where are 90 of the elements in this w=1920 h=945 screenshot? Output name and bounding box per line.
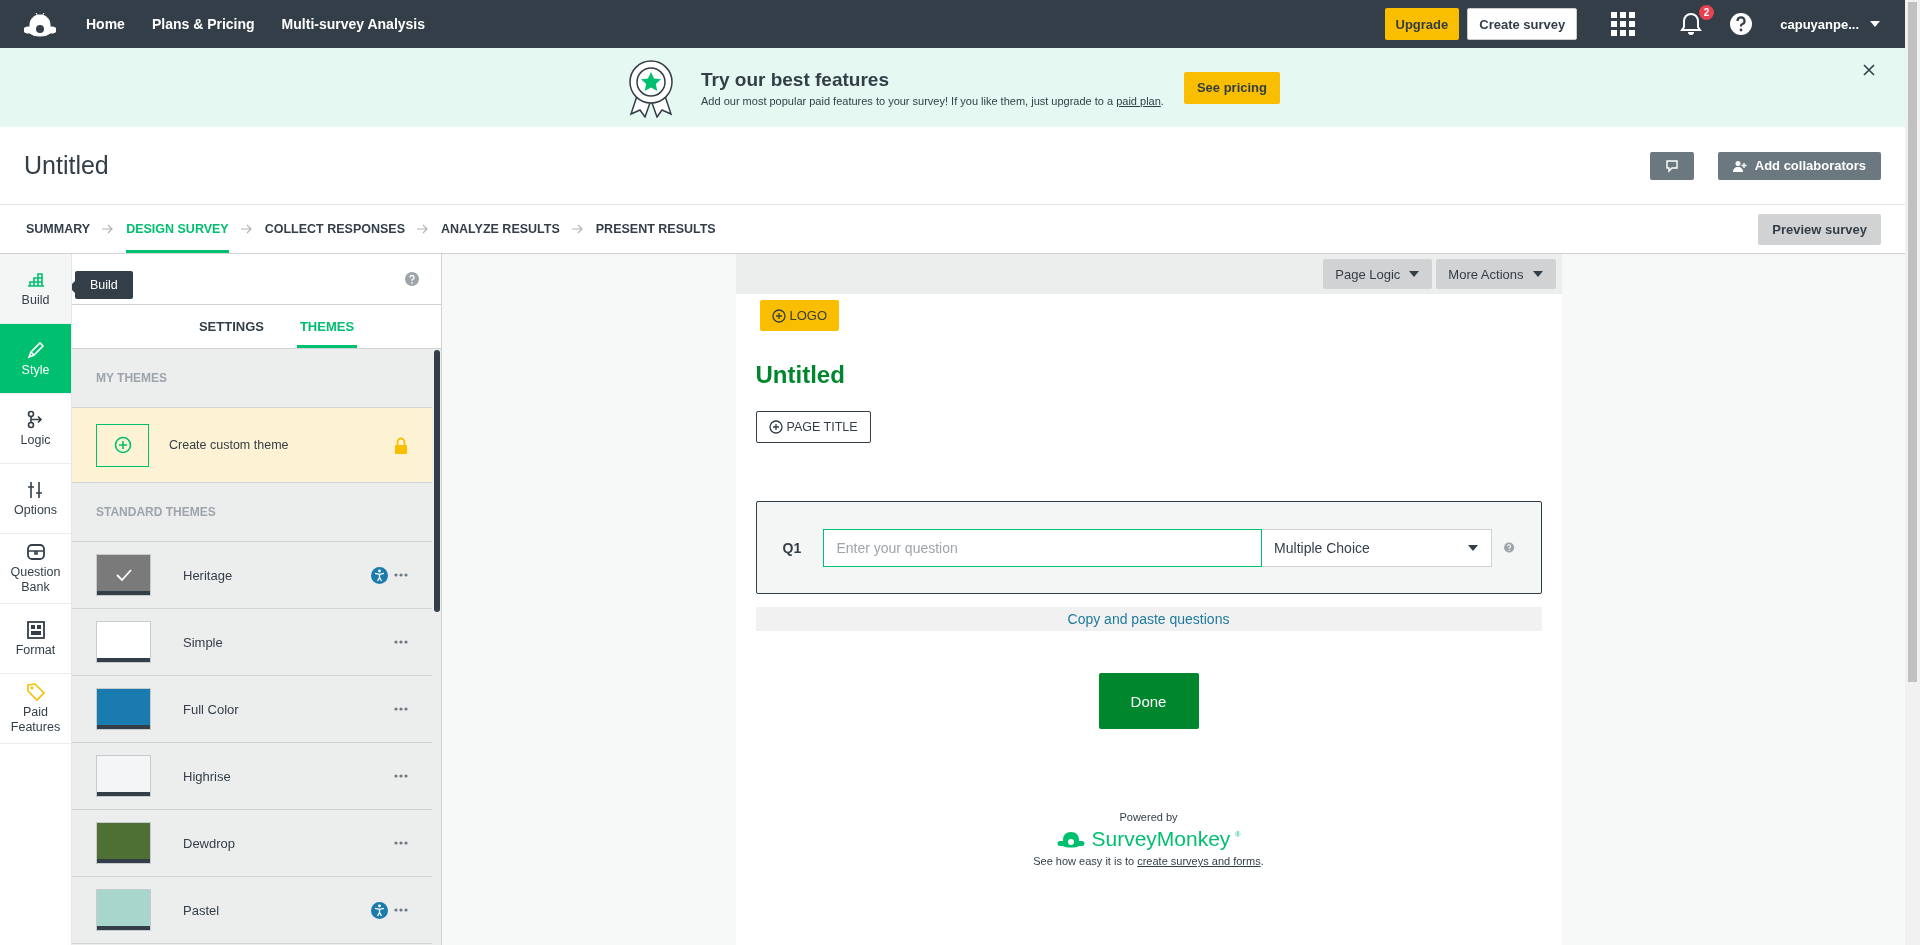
brand-name: SurveyMonkey (1091, 827, 1231, 851)
add-logo-button[interactable]: LOGO (759, 300, 840, 331)
arrow-icon (240, 224, 253, 234)
theme-row[interactable]: Pastel (72, 877, 432, 944)
add-theme-tile[interactable] (96, 423, 149, 467)
step-tab[interactable]: PRESENT RESULTS (595, 205, 716, 253)
theme-name: Full Color (183, 701, 240, 717)
theme-name: Highrise (183, 768, 232, 784)
close-icon[interactable] (1863, 64, 1875, 76)
see-pricing-button[interactable]: See pricing (1183, 71, 1280, 104)
checkmark-icon (115, 569, 132, 581)
question-input[interactable]: Enter your question (823, 528, 1263, 567)
step-tab[interactable]: SUMMARY (26, 205, 91, 253)
comment-button[interactable] (1649, 151, 1694, 180)
banner-title: Try our best features (701, 68, 890, 91)
nav-link[interactable]: Multi-survey Analysis (281, 16, 426, 32)
step-tab[interactable]: ANALYZE RESULTS (441, 205, 560, 253)
sidebar-tab[interactable]: Build (0, 254, 71, 324)
scrollbar-thumb[interactable] (434, 350, 440, 612)
preview-survey-button[interactable]: Preview survey (1758, 213, 1881, 245)
more-options-icon[interactable] (394, 841, 408, 845)
step-tab[interactable]: COLLECT RESPONSES (264, 205, 405, 253)
lock-icon (394, 436, 408, 454)
nav-link[interactable]: Home (86, 16, 125, 32)
theme-row[interactable]: Simple (72, 609, 432, 676)
tab-icon (25, 339, 46, 360)
comment-icon (1664, 158, 1679, 173)
theme-row[interactable]: Highrise (72, 743, 432, 810)
scrollbar-thumb[interactable] (1908, 2, 1917, 682)
theme-name: Dewdrop (183, 835, 237, 851)
more-options-icon[interactable] (394, 640, 408, 644)
page-title-button[interactable]: PAGE TITLE (755, 411, 871, 443)
plus-circle-icon (768, 420, 783, 434)
sidebar-tab[interactable]: Paid Features (0, 674, 71, 744)
caret-icon (1467, 543, 1480, 552)
theme-row[interactable]: Full Color (72, 676, 432, 743)
survey-page-title[interactable]: Untitled (755, 361, 1542, 389)
sidebar-tab[interactable]: Question Bank (0, 534, 71, 604)
paid-plan-link[interactable]: paid plan (1116, 94, 1161, 107)
plus-circle-icon (771, 308, 786, 323)
banner-text: Add our most popular paid features to your survey! If you like them, just upgrade to a paid plan. (701, 94, 1164, 107)
tab-icon (25, 682, 46, 702)
tab-icon (25, 542, 46, 562)
caret-icon (1531, 270, 1544, 278)
question-number: Q1 (782, 539, 803, 556)
bell-icon[interactable] (1680, 12, 1703, 36)
upgrade-button[interactable]: Upgrade (1384, 8, 1460, 40)
more-options-icon[interactable] (394, 707, 408, 711)
more-options-icon[interactable] (394, 573, 408, 577)
create-survey-button[interactable]: Create survey (1467, 8, 1578, 40)
user-menu[interactable]: capuyanpe... (1780, 16, 1881, 32)
caret-icon (1869, 20, 1881, 28)
sidebar-tab[interactable]: Format (0, 604, 71, 674)
plus-icon (113, 436, 132, 454)
copy-paste-link[interactable]: Copy and paste questions (1067, 611, 1230, 627)
arrow-icon (571, 224, 584, 234)
powered-by-text: Powered by (1119, 811, 1178, 823)
theme-name: Pastel (183, 902, 221, 918)
theme-name: Simple (183, 634, 224, 650)
help-icon[interactable] (1729, 12, 1754, 36)
section-heading: STANDARD THEMES (72, 483, 432, 542)
logo-icon[interactable] (24, 11, 56, 37)
arrow-icon (102, 224, 115, 234)
arrow-icon (417, 224, 429, 234)
toolbar-dropdown[interactable]: More Actions (1436, 259, 1556, 289)
add-collaborators-button[interactable]: Add collaborators (1717, 151, 1881, 180)
theme-row[interactable]: Heritage (72, 542, 432, 609)
sidebar-tab[interactable]: Logic (0, 394, 71, 464)
question-type-dropdown[interactable]: Multiple Choice (1262, 528, 1493, 567)
tab-icon (25, 619, 46, 640)
more-options-icon[interactable] (394, 774, 408, 778)
nav-link[interactable]: Plans & Pricing (151, 16, 255, 32)
create-surveys-link[interactable]: create surveys and forms (1137, 855, 1261, 867)
done-button[interactable]: Done (1098, 673, 1199, 729)
toolbar-dropdown[interactable]: Page Logic (1323, 259, 1433, 289)
apps-grid-icon[interactable] (1611, 12, 1636, 36)
add-person-icon (1732, 159, 1747, 172)
footer-text: See how easy it is to create surveys and forms. (1033, 855, 1264, 867)
theme-name: Heritage (183, 567, 234, 583)
survey-title: Untitled (24, 151, 110, 180)
caret-icon (1408, 270, 1421, 278)
monkey-logo-icon (1056, 830, 1087, 848)
user-name: capuyanpe... (1780, 16, 1859, 32)
theme-row[interactable]: Dewdrop (72, 810, 432, 877)
notification-badge: 2 (1698, 5, 1715, 20)
custom-theme-row[interactable]: Create custom theme (72, 408, 432, 483)
custom-theme-label: Create custom theme (169, 438, 290, 452)
sidebar-tab[interactable]: Options (0, 464, 71, 534)
panel-tab[interactable]: SETTINGS (195, 305, 267, 348)
more-options-icon[interactable] (394, 908, 408, 912)
